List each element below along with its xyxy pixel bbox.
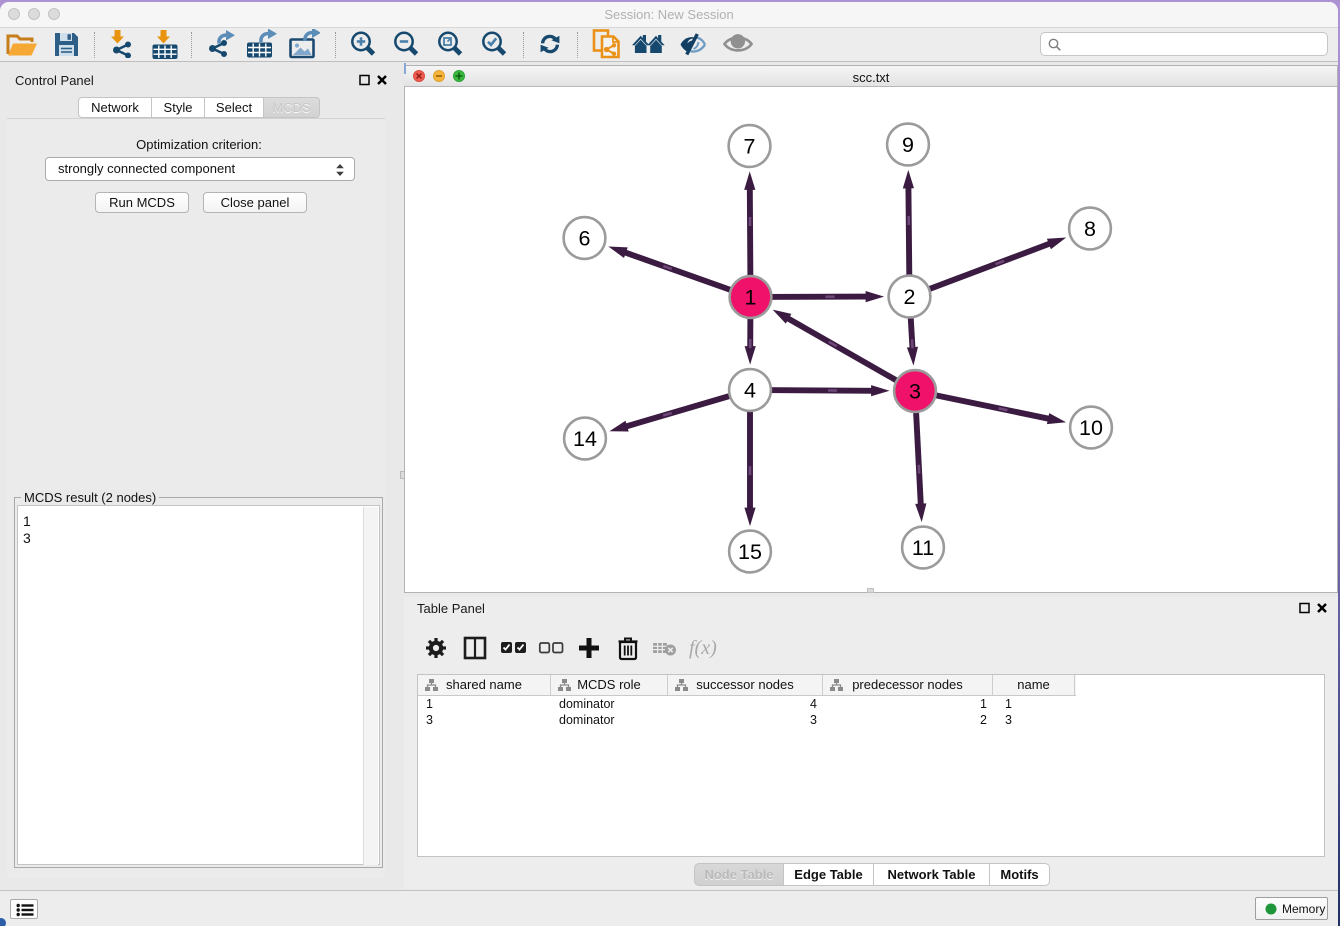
svg-text:8: 8	[1084, 217, 1096, 241]
svg-text:2: 2	[904, 285, 916, 309]
svg-text:4: 4	[744, 379, 756, 403]
svg-text:10: 10	[1079, 416, 1103, 440]
svg-text:14: 14	[573, 427, 597, 451]
svg-text:9: 9	[902, 133, 914, 157]
svg-text:15: 15	[738, 540, 762, 564]
svg-text:7: 7	[744, 135, 756, 159]
svg-text:6: 6	[579, 227, 591, 251]
svg-text:1: 1	[745, 286, 757, 310]
svg-text:3: 3	[909, 380, 921, 404]
svg-text:11: 11	[912, 536, 934, 560]
